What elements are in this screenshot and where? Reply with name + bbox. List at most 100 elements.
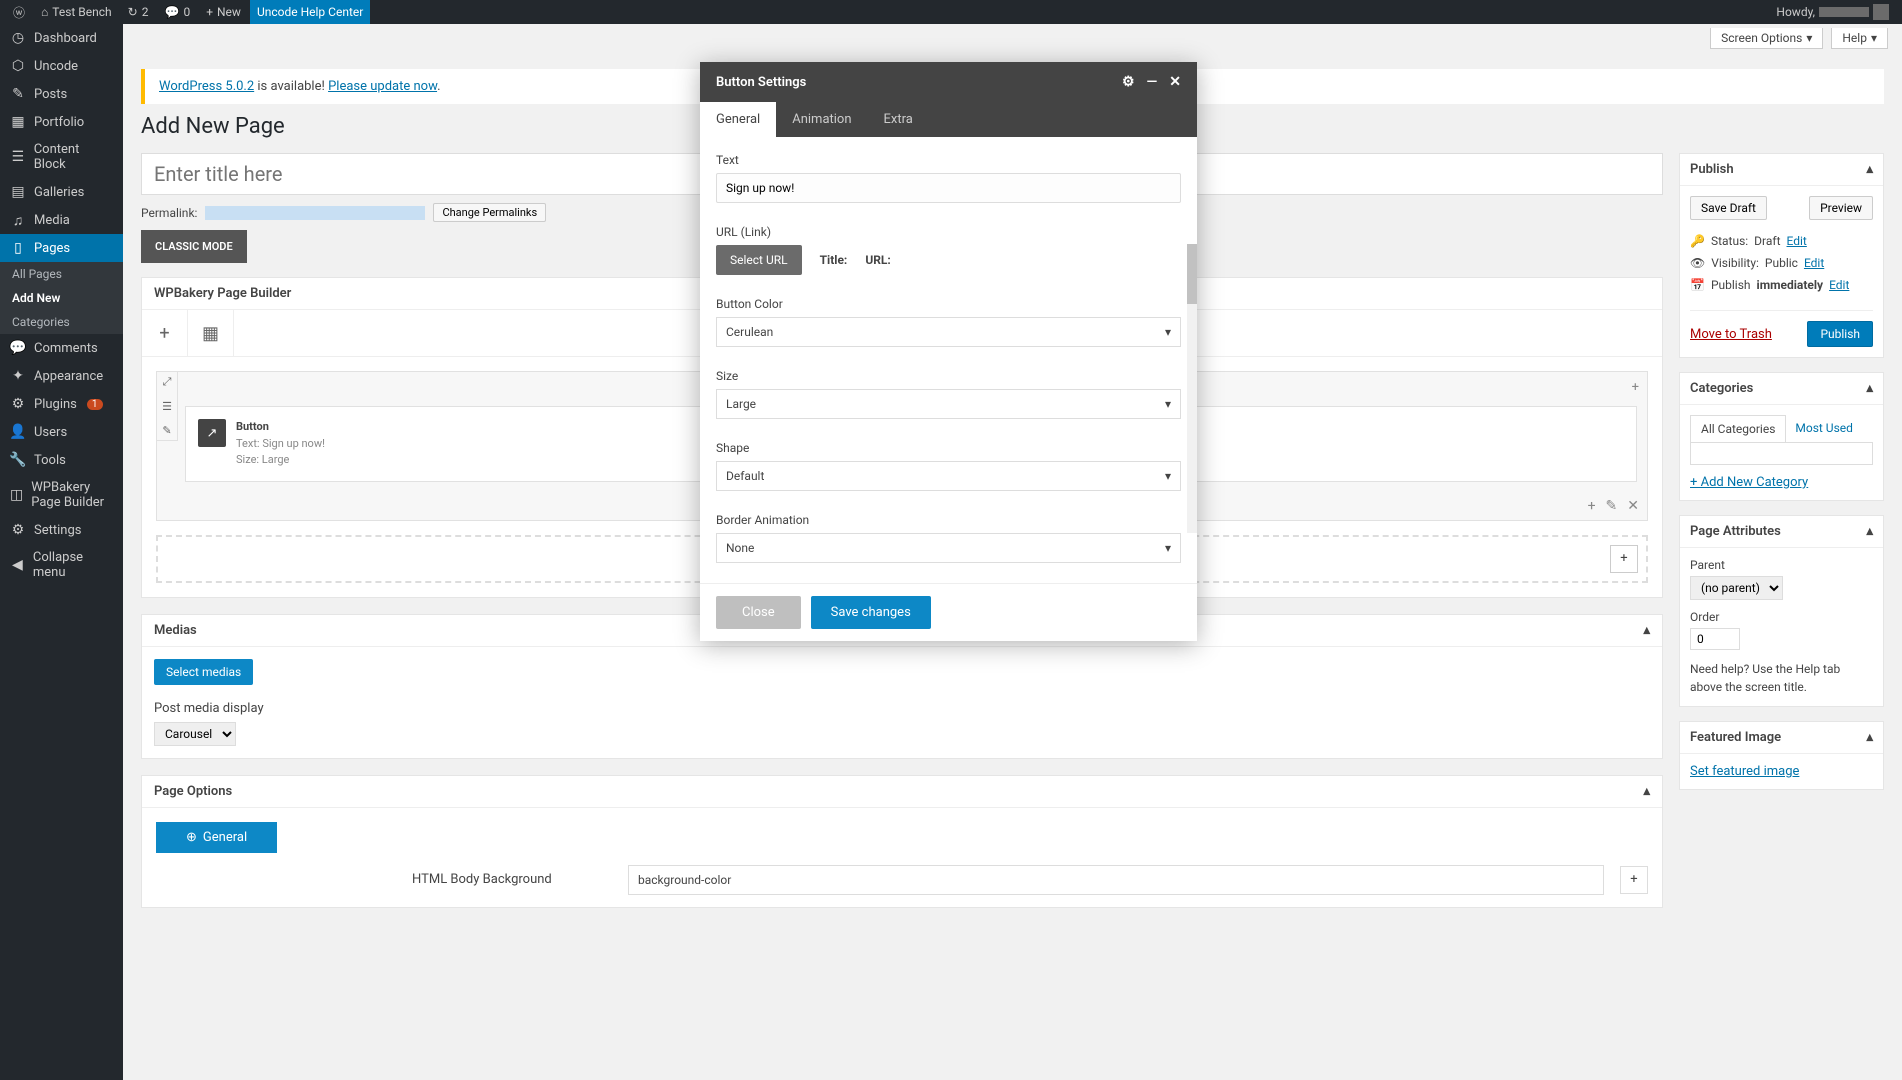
sidebar-item-comments[interactable]: 💬Comments <box>0 334 123 362</box>
sidebar-item-portfolio[interactable]: ▦Portfolio <box>0 108 123 136</box>
size-label: Size <box>716 369 1181 383</box>
menu-icon: ▦ <box>10 114 26 130</box>
sidebar-item-tools[interactable]: 🔧Tools <box>0 446 123 474</box>
menu-icon: ✦ <box>10 368 26 384</box>
tab-animation[interactable]: Animation <box>776 102 867 137</box>
comments[interactable]: 💬 0 <box>157 0 197 24</box>
sidebar-item-users[interactable]: 👤Users <box>0 418 123 446</box>
general-tab[interactable]: ⊕ General <box>156 822 277 853</box>
col-edit-icon[interactable]: ✎ <box>1606 498 1618 514</box>
sidebar-item-dashboard[interactable]: ◷Dashboard <box>0 24 123 52</box>
updates[interactable]: ↻ 2 <box>121 0 156 24</box>
parent-select[interactable]: (no parent) <box>1690 576 1783 600</box>
toggle-icon[interactable]: ▴ <box>1643 784 1650 799</box>
sidebar-item-media[interactable]: ♫Media <box>0 206 123 234</box>
most-used-tab[interactable]: Most Used <box>1785 415 1863 442</box>
tab-general[interactable]: General <box>700 102 776 137</box>
edit-status-link[interactable]: Edit <box>1787 234 1807 248</box>
menu-icon: ▤ <box>10 184 26 200</box>
select-url-button[interactable]: Select URL <box>716 245 802 275</box>
sidebar-item-settings[interactable]: ⚙Settings <box>0 516 123 544</box>
modal-save-button[interactable]: Save changes <box>811 596 931 629</box>
set-featured-image-link[interactable]: Set featured image <box>1690 764 1799 779</box>
medias-title: Medias <box>154 623 197 638</box>
edit-row-icon[interactable]: ✎ <box>157 420 177 440</box>
publish-button[interactable]: Publish <box>1807 321 1873 347</box>
edit-visibility-link[interactable]: Edit <box>1804 256 1824 270</box>
menu-icon: ☰ <box>10 149 26 165</box>
save-draft-button[interactable]: Save Draft <box>1690 196 1767 220</box>
text-label: Text <box>716 153 1181 167</box>
sidebar-item-uncode[interactable]: ⬡Uncode <box>0 52 123 80</box>
button-text-input[interactable] <box>716 173 1181 203</box>
edit-publish-link[interactable]: Edit <box>1829 278 1849 292</box>
chevron-down-icon: ▾ <box>1165 469 1171 483</box>
update-now-link[interactable]: Please update now <box>328 79 437 94</box>
media-display-select[interactable]: Carousel <box>154 722 236 746</box>
sidebar-item-posts[interactable]: ✎Posts <box>0 80 123 108</box>
bg-select[interactable]: background-color <box>628 865 1604 895</box>
move-to-trash-link[interactable]: Move to Trash <box>1690 327 1772 342</box>
col-delete-icon[interactable]: ✕ <box>1627 498 1639 514</box>
menu-icon: ▯ <box>10 240 26 256</box>
modal-title: Button Settings <box>716 75 806 90</box>
columns-icon[interactable]: ☰ <box>157 396 177 416</box>
page-options-title: Page Options <box>154 784 232 799</box>
add-category-link[interactable]: + Add New Category <box>1690 475 1808 490</box>
sidebar-item-pages[interactable]: ▯Pages <box>0 234 123 262</box>
minimize-icon[interactable]: — <box>1147 74 1158 90</box>
border-animation-select[interactable]: None▾ <box>716 533 1181 563</box>
toggle-icon[interactable]: ▴ <box>1866 162 1873 177</box>
sidebar-sub-categories[interactable]: Categories <box>0 310 123 334</box>
sidebar-item-appearance[interactable]: ✦Appearance <box>0 362 123 390</box>
new-content[interactable]: + New <box>199 0 248 24</box>
url-label: URL (Link) <box>716 225 1181 239</box>
button-color-select[interactable]: Cerulean▾ <box>716 317 1181 347</box>
menu-icon: ◀ <box>10 557 25 573</box>
template-icon[interactable]: ▦ <box>188 310 234 356</box>
all-categories-tab[interactable]: All Categories <box>1690 415 1786 442</box>
change-permalinks-button[interactable]: Change Permalinks <box>433 203 546 222</box>
toggle-icon[interactable]: ▴ <box>1866 730 1873 745</box>
add-section-button[interactable]: + <box>1610 545 1638 573</box>
row-add-icon[interactable]: + <box>1632 380 1639 395</box>
sidebar-item-wpbakery-page-builder[interactable]: ◫WPBakery Page Builder <box>0 474 123 516</box>
howdy[interactable]: Howdy, <box>1769 0 1896 24</box>
modal-close-button[interactable]: Close <box>716 596 801 629</box>
help-button[interactable]: Help ▾ <box>1831 28 1888 49</box>
select-medias-button[interactable]: Select medias <box>154 659 253 685</box>
screen-options-button[interactable]: Screen Options ▾ <box>1710 28 1823 49</box>
sidebar-item-galleries[interactable]: ▤Galleries <box>0 178 123 206</box>
sidebar-item-collapse-menu[interactable]: ◀Collapse menu <box>0 544 123 586</box>
wp-version-link[interactable]: WordPress 5.0.2 <box>159 79 254 94</box>
preview-button[interactable]: Preview <box>1809 196 1873 220</box>
order-input[interactable] <box>1690 628 1740 650</box>
wp-logo[interactable]: ⓦ <box>6 0 32 24</box>
tab-extra[interactable]: Extra <box>868 102 929 137</box>
toggle-icon[interactable]: ▴ <box>1866 381 1873 396</box>
bg-add-icon[interactable]: + <box>1620 866 1648 894</box>
button-element-icon: ↗ <box>198 419 226 447</box>
button-size-select[interactable]: Large▾ <box>716 389 1181 419</box>
classic-mode-button[interactable]: CLASSIC MODE <box>141 230 247 263</box>
site-name[interactable]: ⌂ Test Bench <box>34 0 119 24</box>
sidebar-sub-add-new[interactable]: Add New <box>0 286 123 310</box>
eye-icon: 👁 <box>1690 256 1705 270</box>
add-element-icon[interactable]: + <box>142 310 188 356</box>
close-icon[interactable]: ✕ <box>1169 74 1181 90</box>
uncode-help[interactable]: Uncode Help Center <box>250 0 370 24</box>
modal-scrollbar[interactable] <box>1187 244 1197 533</box>
key-icon: 🔑 <box>1690 234 1705 248</box>
button-shape-select[interactable]: Default▾ <box>716 461 1181 491</box>
toggle-icon[interactable]: ▴ <box>1866 524 1873 539</box>
categories-panel: Categories▴ All Categories Most Used + A… <box>1679 372 1884 501</box>
sidebar-item-plugins[interactable]: ⚙Plugins1 <box>0 390 123 418</box>
menu-icon: ⚙ <box>10 396 26 412</box>
sidebar-item-content-block[interactable]: ☰Content Block <box>0 136 123 178</box>
shape-label: Shape <box>716 441 1181 455</box>
toggle-icon[interactable]: ▴ <box>1643 623 1650 638</box>
sidebar-sub-all-pages[interactable]: All Pages <box>0 262 123 286</box>
expand-icon[interactable]: ⤢ <box>157 372 177 392</box>
gear-icon[interactable]: ⚙ <box>1122 74 1135 90</box>
col-add-icon[interactable]: + <box>1588 498 1596 514</box>
